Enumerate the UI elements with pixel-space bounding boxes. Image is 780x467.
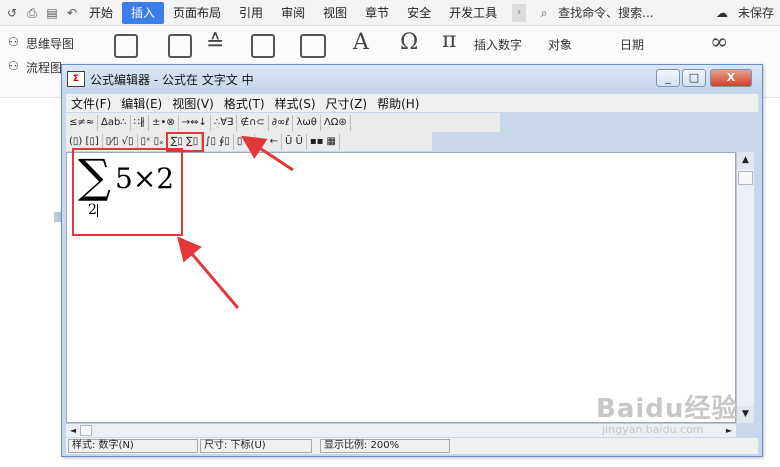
ribbon-tab-bar: ↺ ⎙ ▤ ↶ 开始 插入 页面布局 引用 审阅 视图 章节 安全 开发工具 ›…: [0, 0, 780, 26]
header-footer-icon[interactable]: ≙: [206, 31, 224, 56]
arrow-symbols-button[interactable]: →⇔↓: [179, 114, 211, 131]
menu-file[interactable]: 文件(F): [66, 95, 116, 112]
tab-insert[interactable]: 插入: [122, 1, 165, 24]
arrow-templates-button[interactable]: → ←: [255, 133, 282, 150]
status-bar: 样式: 数字(N) 尺寸: 下标(U) 显示比例: 200%: [66, 438, 758, 454]
page-icon[interactable]: [114, 34, 138, 58]
save-status[interactable]: 未保存: [738, 4, 774, 21]
tab-developer[interactable]: 开发工具: [440, 2, 506, 24]
tab-view[interactable]: 视图: [314, 2, 356, 24]
more-tabs-icon[interactable]: ›: [512, 3, 527, 22]
flowchart-button[interactable]: 流程图: [26, 59, 62, 76]
menu-edit[interactable]: 编辑(E): [116, 95, 167, 112]
relational-symbols-button[interactable]: ≤≠≈: [66, 114, 99, 131]
formula-icon[interactable]: π: [442, 28, 456, 53]
field-icon[interactable]: [300, 34, 326, 58]
symbol-palette-row: ≤≠≈ ∆ab∴ ∷∦ ±•⊗ →⇔↓ ∴∀∃ ∉∩⊂ ∂∞ℓ λωθ ΛΩ⊛: [66, 113, 500, 132]
bar-templates-button[interactable]: ▯ ▯: [234, 133, 256, 150]
menu-help[interactable]: 帮助(H): [372, 95, 424, 112]
window-title: 公式编辑器 - 公式在 文字文 中: [90, 73, 254, 87]
watermark-logo: Baidu经验: [596, 394, 739, 424]
preview-icon[interactable]: ▤: [44, 6, 60, 20]
date-button[interactable]: 日期: [620, 36, 644, 53]
title-bar[interactable]: Σ 公式编辑器 - 公式在 文字文 中 _ □ X: [62, 65, 762, 93]
menu-size[interactable]: 尺寸(Z): [321, 95, 373, 112]
matrix-templates-button[interactable]: ▪▪ ▦: [307, 133, 341, 150]
page-number-icon[interactable]: [168, 34, 192, 58]
tab-page-layout[interactable]: 页面布局: [164, 2, 230, 24]
close-button[interactable]: X: [710, 69, 752, 87]
menu-view[interactable]: 视图(V): [167, 95, 219, 112]
textbox-icon[interactable]: [251, 34, 275, 58]
link-icon[interactable]: ∞: [710, 30, 728, 55]
watermark: Baidu经验 jingyan.baidu.com: [596, 388, 738, 436]
undo-icon[interactable]: ↶: [64, 6, 80, 20]
object-button[interactable]: 对象: [548, 36, 572, 53]
tab-home[interactable]: 开始: [80, 2, 122, 24]
greek-uppercase-button[interactable]: ΛΩ⊛: [321, 114, 351, 131]
mindmap-icon: ⚇: [8, 35, 19, 49]
mindmap-button[interactable]: 思维导图: [26, 35, 74, 52]
integral-templates-button[interactable]: ∫▯ ∮▯: [202, 133, 234, 150]
horizontal-scroll-thumb[interactable]: [80, 425, 92, 436]
tab-chapter[interactable]: 章节: [356, 2, 398, 24]
menu-bar: 文件(F) 编辑(E) 视图(V) 格式(T) 样式(S) 尺寸(Z) 帮助(H…: [66, 94, 758, 112]
toolbar-empty-area: [500, 113, 758, 151]
embellishments-button[interactable]: ∷∦: [131, 114, 150, 131]
search-icon[interactable]: ⌕: [536, 6, 552, 20]
scroll-left-icon[interactable]: ◄: [66, 424, 80, 437]
flowchart-icon: ⚇: [8, 59, 19, 73]
app-icon: Σ: [67, 71, 85, 87]
document-marker: [54, 212, 61, 222]
tab-security[interactable]: 安全: [398, 2, 440, 24]
status-zoom: 显示比例: 200%: [320, 439, 450, 453]
status-size: 尺寸: 下标(U): [200, 439, 312, 453]
tab-review[interactable]: 审阅: [272, 2, 314, 24]
vertical-scrollbar[interactable]: ▲ ▼: [736, 152, 754, 423]
cloud-icon: ☁: [715, 5, 728, 20]
formula-highlight-box: [72, 148, 183, 236]
product-templates-button[interactable]: Ū Û: [282, 133, 307, 150]
vertical-scroll-thumb[interactable]: [738, 171, 753, 185]
set-theory-button[interactable]: ∉∩⊂: [237, 114, 269, 131]
greek-lowercase-button[interactable]: λωθ: [293, 114, 321, 131]
menu-format[interactable]: 格式(T): [219, 95, 270, 112]
command-search[interactable]: 查找命令、搜索...: [552, 4, 653, 21]
minimize-button[interactable]: _: [656, 69, 680, 87]
maximize-button[interactable]: □: [682, 69, 706, 87]
wordart-icon[interactable]: A: [353, 30, 369, 55]
status-style: 样式: 数字(N): [68, 439, 198, 453]
misc-symbols-button[interactable]: ∂∞ℓ: [269, 114, 294, 131]
logical-symbols-button[interactable]: ∴∀∃: [211, 114, 238, 131]
undo-history-icon[interactable]: ↺: [4, 6, 20, 20]
scroll-up-icon[interactable]: ▲: [737, 152, 754, 169]
print-icon[interactable]: ⎙: [24, 6, 40, 20]
operator-symbols-button[interactable]: ±•⊗: [149, 114, 179, 131]
menu-style[interactable]: 样式(S): [270, 95, 321, 112]
spaces-ellipses-button[interactable]: ∆ab∴: [98, 114, 131, 131]
tab-references[interactable]: 引用: [230, 2, 272, 24]
symbol-icon[interactable]: Ω: [400, 30, 418, 55]
scroll-down-icon[interactable]: ▼: [737, 406, 754, 423]
document-page: [0, 98, 60, 467]
insert-number-button[interactable]: 插入数字: [474, 36, 522, 53]
